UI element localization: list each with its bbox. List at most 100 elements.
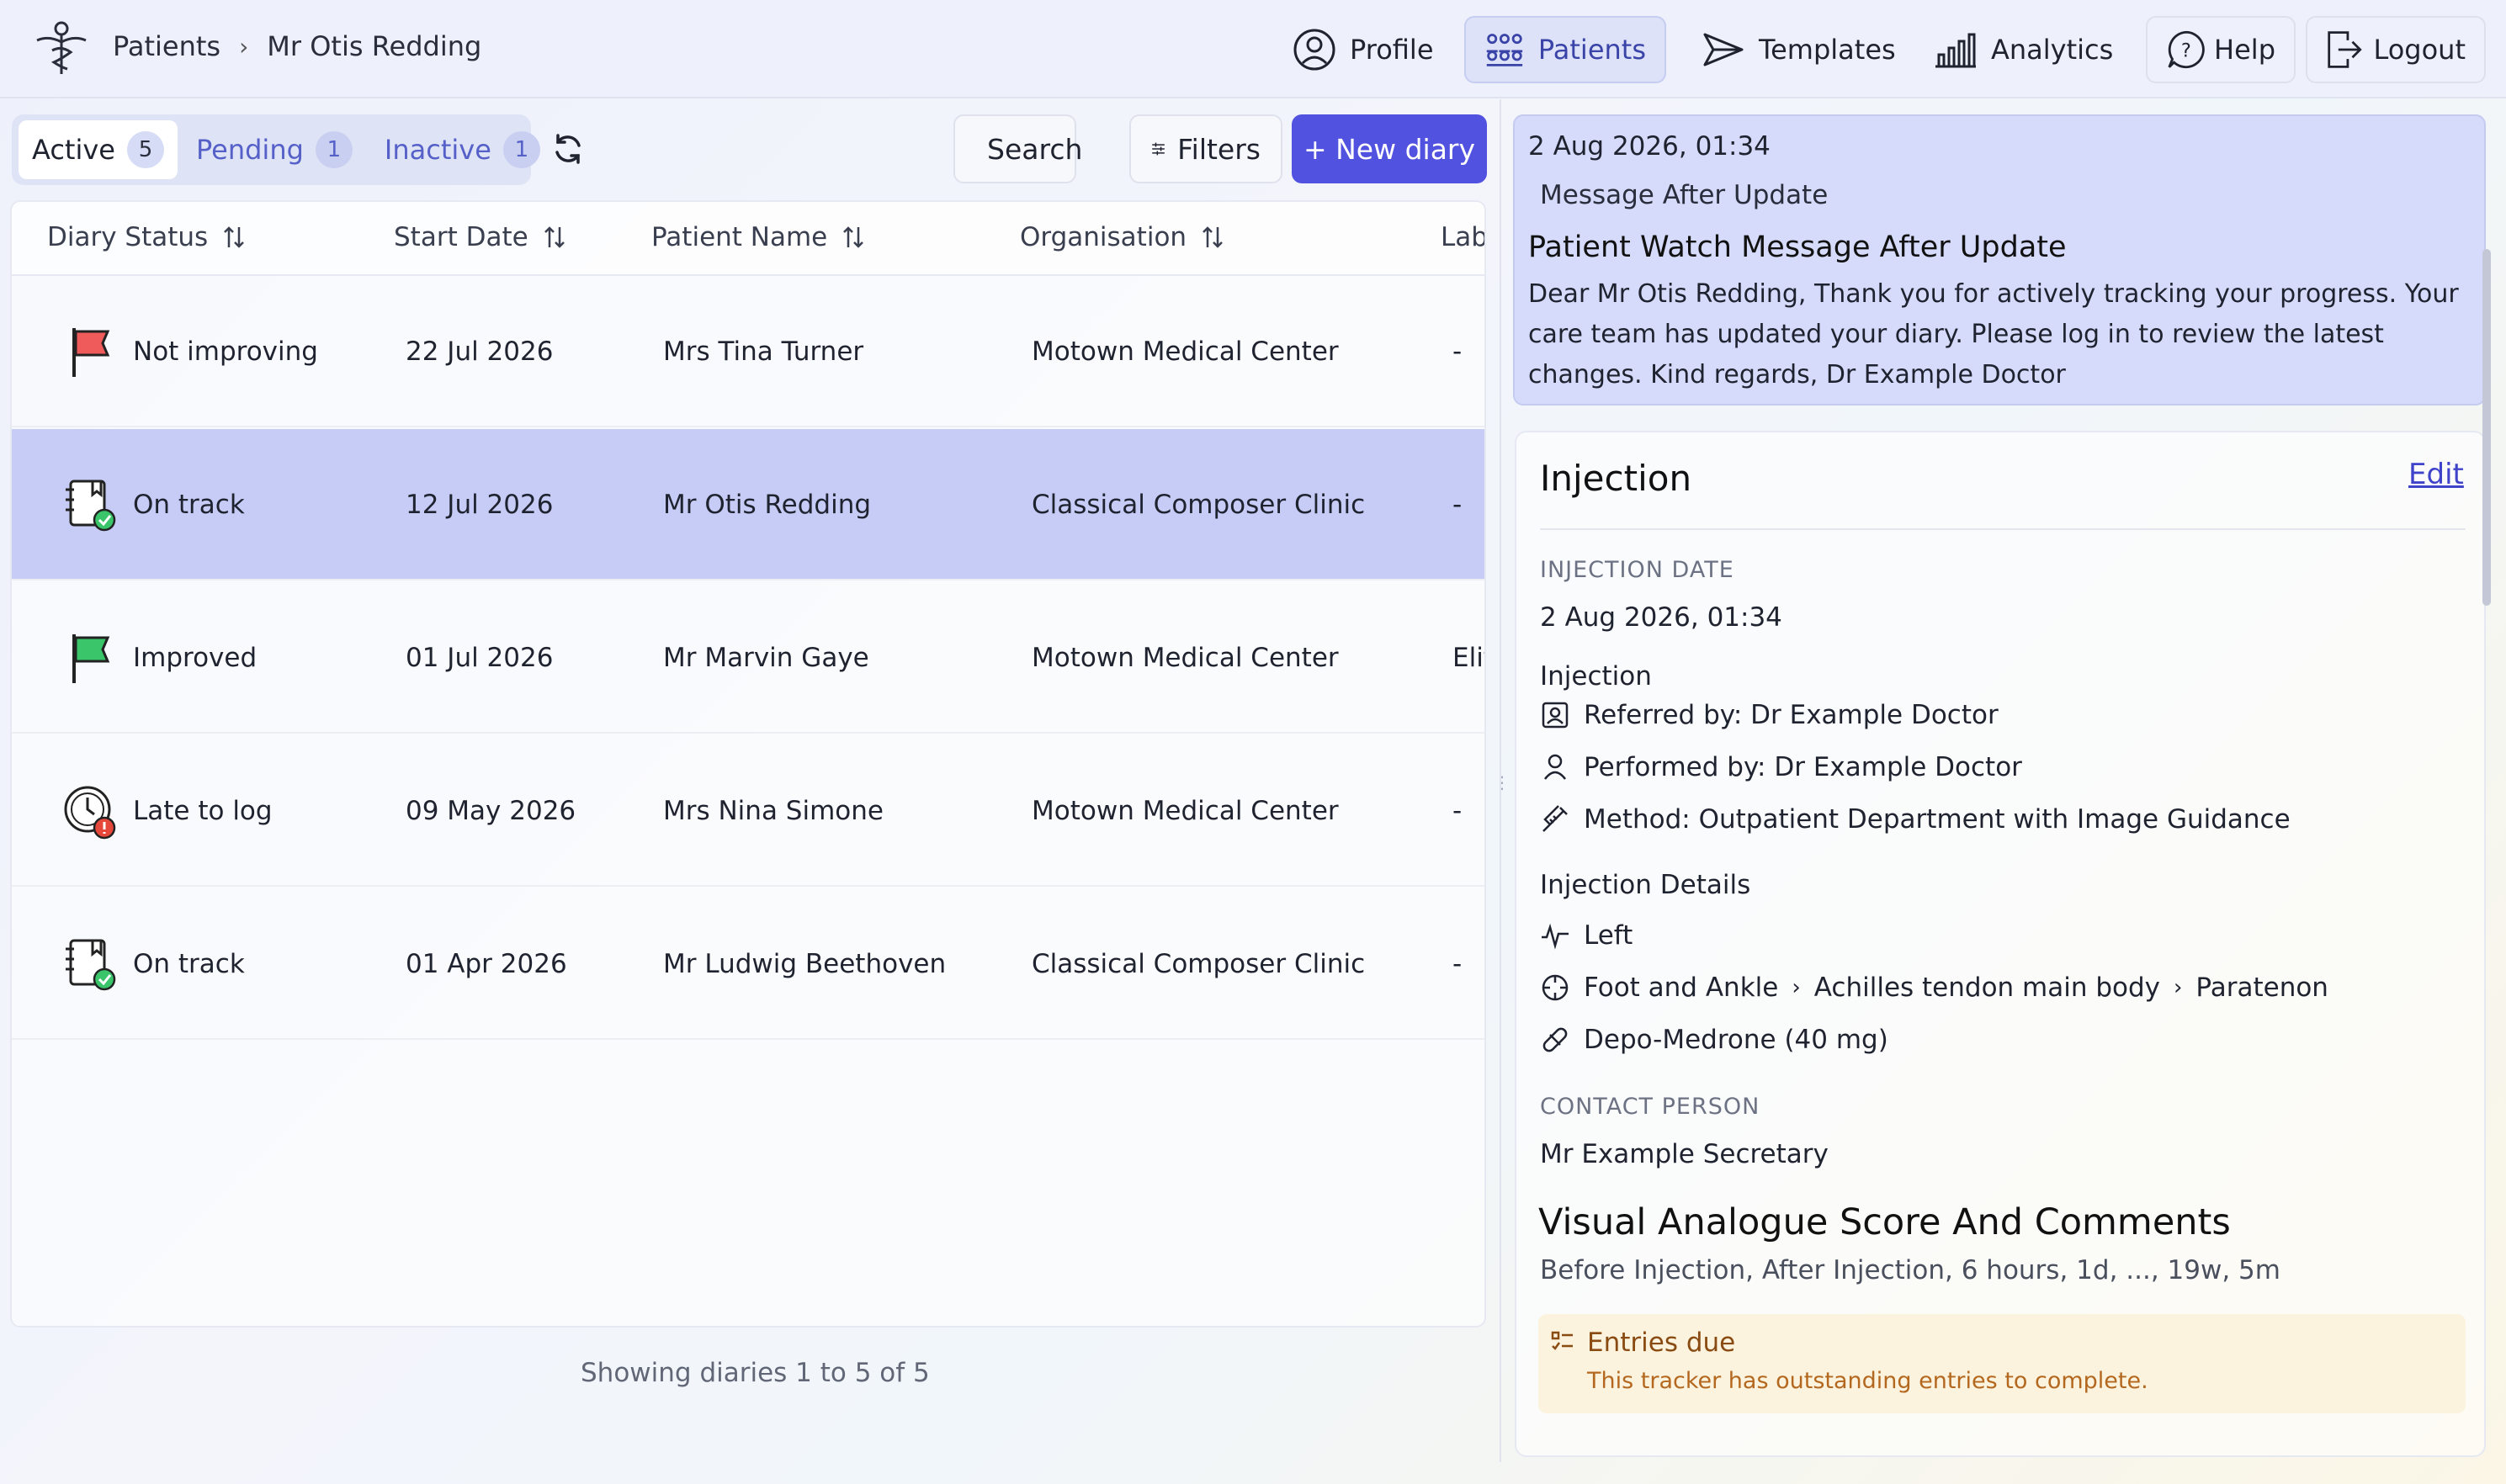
search-button[interactable]: Search	[953, 114, 1082, 183]
sliders-icon	[1152, 142, 1165, 156]
row-start-date: 12 Jul 2026	[406, 490, 554, 520]
pulse-icon	[1542, 923, 1569, 950]
injection-card: Injection Edit INJECTION DATE 2 Aug 2026…	[1515, 431, 2486, 1457]
entries-due-text: This tracker has outstanding entries to …	[1587, 1368, 2148, 1394]
refresh-icon	[555, 134, 581, 164]
row-patient-name: Mrs Tina Turner	[663, 337, 864, 367]
red-flag-icon	[72, 328, 110, 377]
tab-inactive-count: 1	[502, 131, 540, 168]
nav-help-label: Help	[2214, 34, 2275, 66]
row-organisation: Motown Medical Center	[1032, 337, 1339, 367]
referred-by-row: Referred by: Dr Example Doctor	[1540, 700, 1999, 730]
table-header: Diary Status Start Date Patient Name Org…	[12, 202, 1484, 276]
site-row: Foot and Ankle › Achilles tendon main bo…	[1540, 973, 2328, 1003]
col-diary-status[interactable]: Diary Status	[47, 222, 245, 252]
col-diary-status-label: Diary Status	[47, 222, 209, 252]
nav-help-button[interactable]: ? Help	[2146, 16, 2296, 83]
divider	[1540, 528, 2466, 530]
message-subtitle: Message After Update	[1540, 180, 1829, 210]
row-lab: -	[1452, 796, 1463, 826]
nav-patients-button[interactable]: Patients	[1464, 16, 1666, 83]
tab-pending[interactable]: Pending 1	[183, 120, 366, 179]
breadcrumb: Patients › Mr Otis Redding	[113, 30, 481, 62]
tab-inactive-label: Inactive	[384, 134, 491, 166]
table-row[interactable]: Improved 01 Jul 2026 Mr Marvin Gaye Moto…	[12, 582, 1484, 734]
sort-icon	[1203, 226, 1223, 248]
row-lab: -	[1452, 949, 1463, 979]
top-header: Patients › Mr Otis Redding Profile Patie…	[0, 0, 2506, 98]
pill-icon	[1542, 1027, 1568, 1052]
tab-pending-count: 1	[315, 131, 353, 168]
site-part-1: Foot and Ankle	[1584, 973, 1779, 1003]
nav-profile-label: Profile	[1350, 34, 1434, 66]
checklist-icon	[1551, 1331, 1573, 1350]
entries-due-title: Entries due	[1587, 1328, 1736, 1358]
contact-person-label: CONTACT PERSON	[1540, 1094, 1760, 1120]
row-lab: -	[1452, 337, 1463, 367]
col-organisation[interactable]: Organisation	[1020, 222, 1224, 252]
table-row[interactable]: On track 12 Jul 2026 Mr Otis Redding Cla…	[12, 429, 1484, 580]
breadcrumb-patients[interactable]: Patients	[113, 30, 220, 62]
row-patient-name: Mrs Nina Simone	[663, 796, 884, 826]
nav-analytics-button[interactable]: Analytics	[1915, 16, 2132, 83]
filters-button[interactable]: Filters	[1129, 114, 1282, 183]
col-organisation-label: Organisation	[1020, 222, 1187, 252]
row-status: Improved	[133, 643, 258, 673]
row-start-date: 01 Apr 2026	[406, 949, 567, 979]
new-diary-button[interactable]: + New diary	[1292, 114, 1487, 183]
bar-chart-icon	[1935, 33, 1976, 68]
col-start-date[interactable]: Start Date	[394, 222, 565, 252]
syringe-icon	[1542, 805, 1568, 832]
nav-logout-label: Logout	[2373, 34, 2466, 66]
nav-logout-button[interactable]: Logout	[2306, 16, 2486, 83]
row-start-date: 09 May 2026	[406, 796, 576, 826]
diary-check-icon	[66, 480, 116, 532]
row-status: On track	[133, 490, 245, 520]
message-title: Patient Watch Message After Update	[1528, 231, 2067, 264]
table-row[interactable]: On track 01 Apr 2026 Mr Ludwig Beethoven…	[12, 888, 1484, 1040]
tab-active-count: 5	[126, 131, 164, 168]
row-organisation: Motown Medical Center	[1032, 796, 1339, 826]
col-lab[interactable]: Lab	[1441, 222, 1484, 252]
resize-grip-icon[interactable]: ⋮	[1494, 772, 1511, 792]
help-bubble-icon: ?	[2168, 30, 2205, 69]
breadcrumb-current: Mr Otis Redding	[267, 30, 482, 62]
edit-link[interactable]: Edit	[2408, 458, 2464, 491]
chevron-right-icon: ›	[1792, 975, 1801, 1000]
tab-active-label: Active	[32, 134, 115, 166]
chevron-right-icon: ›	[2174, 975, 2183, 1000]
user-circle-icon	[1293, 29, 1335, 71]
right-panel-scrollbar[interactable]	[2482, 249, 2491, 606]
caduceus-logo-icon[interactable]	[32, 20, 91, 76]
site-part-3: Paratenon	[2195, 973, 2328, 1003]
col-patient-name-label: Patient Name	[651, 222, 828, 252]
nav-profile-button[interactable]: Profile	[1274, 16, 1452, 83]
green-flag-icon	[72, 634, 110, 683]
nav-templates-button[interactable]: Templates	[1683, 16, 1914, 83]
row-lab: -	[1452, 490, 1463, 520]
id-badge-icon	[1542, 702, 1569, 729]
filters-label: Filters	[1177, 132, 1261, 166]
row-status: On track	[133, 949, 245, 979]
diary-check-icon	[66, 939, 116, 991]
refresh-button[interactable]	[547, 128, 589, 170]
sort-icon	[544, 226, 565, 248]
drug-row: Depo-Medrone (40 mg)	[1540, 1025, 1888, 1055]
table-row[interactable]: Not improving 22 Jul 2026 Mrs Tina Turne…	[12, 276, 1484, 427]
tab-inactive[interactable]: Inactive 1	[371, 120, 554, 179]
method-text: Method: Outpatient Department with Image…	[1584, 804, 2291, 835]
clock-alert-icon	[64, 786, 116, 840]
nav-patients-label: Patients	[1537, 34, 1646, 66]
row-start-date: 01 Jul 2026	[406, 643, 554, 673]
entries-due-alert: Entries due This tracker has outstanding…	[1538, 1314, 2466, 1413]
col-start-date-label: Start Date	[394, 222, 528, 252]
crosshair-icon	[1542, 974, 1569, 1001]
side-row: Left	[1540, 920, 1633, 951]
col-patient-name[interactable]: Patient Name	[651, 222, 864, 252]
message-body: Dear Mr Otis Redding, Thank you for acti…	[1528, 279, 2459, 390]
status-tabs: Active 5 Pending 1 Inactive 1	[12, 114, 540, 185]
table-row[interactable]: Late to log 09 May 2026 Mrs Nina Simone …	[12, 735, 1484, 887]
tab-active[interactable]: Active 5	[19, 120, 178, 179]
nav-templates-label: Templates	[1759, 34, 1896, 66]
pagination-summary: Showing diaries 1 to 5 of 5	[581, 1358, 930, 1388]
